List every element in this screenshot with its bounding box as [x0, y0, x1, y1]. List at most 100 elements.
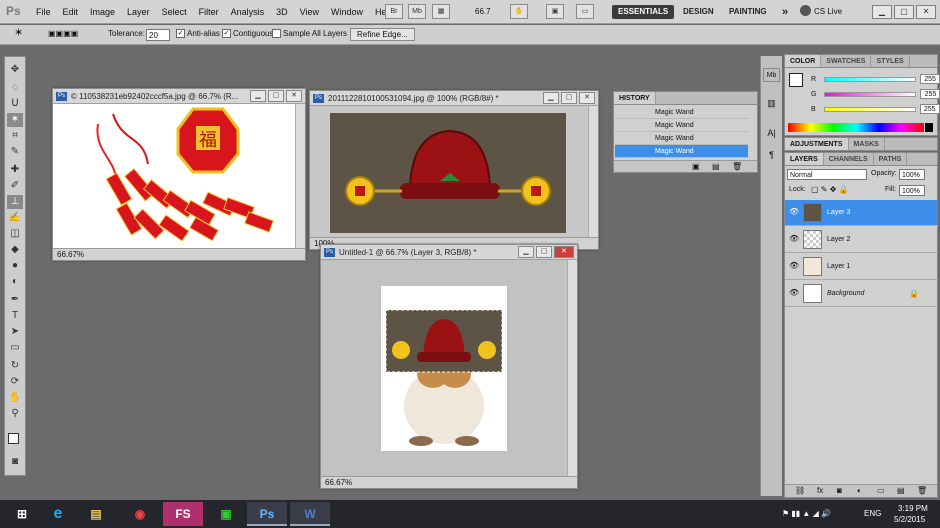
tab-color[interactable]: COLOR — [785, 55, 822, 67]
fill-input[interactable]: 100% — [899, 185, 925, 196]
doc3-scrollbar[interactable] — [567, 260, 577, 476]
word-taskbar-icon[interactable]: W — [290, 502, 330, 526]
layer-name[interactable]: Layer 2 — [827, 236, 850, 243]
tolerance-input[interactable]: 20 — [146, 29, 170, 41]
opacity-input[interactable]: 100% — [899, 169, 925, 180]
doc2-close-button[interactable]: ✕ — [579, 92, 595, 104]
tab-layers[interactable]: LAYERS — [785, 153, 824, 165]
history-item-active[interactable]: Magic Wand — [615, 145, 748, 158]
brush-tool-icon[interactable]: ✐ — [7, 179, 23, 193]
g-slider[interactable] — [824, 91, 917, 97]
menu-view[interactable]: View — [300, 7, 319, 17]
minibridge-panel-icon[interactable]: Mb — [763, 68, 780, 82]
menu-window[interactable]: Window — [331, 7, 363, 17]
eyedropper-tool-icon[interactable]: ✎ — [7, 145, 23, 159]
document-window-1[interactable]: Ps © 110538231eb92402cccf5a.jpg @ 66.7% … — [52, 88, 306, 261]
history-item[interactable]: Magic Wand — [615, 106, 748, 119]
extras-icon[interactable]: ▦ — [432, 4, 450, 19]
workspace-painting[interactable]: PAINTING — [723, 5, 773, 19]
screen-mode-icon[interactable]: ▭ — [576, 4, 594, 19]
adjustment-layer-icon[interactable]: ◐ — [857, 486, 862, 495]
color-spectrum[interactable] — [788, 123, 924, 132]
fs-app-icon[interactable]: FS — [163, 502, 203, 526]
doc1-scrollbar[interactable] — [295, 104, 305, 248]
document-window-2[interactable]: Ps 2011122810100531094.jpg @ 100% (RGB/8… — [309, 90, 599, 250]
crop-tool-icon[interactable]: ⌗ — [7, 129, 23, 143]
shape-tool-icon[interactable]: ▭ — [7, 341, 23, 355]
move-tool-icon[interactable]: ✥ — [7, 63, 23, 77]
doc3-minimize-button[interactable]: ▁ — [518, 246, 534, 258]
bucket-tool-icon[interactable]: ◆ — [7, 243, 23, 257]
eye-icon[interactable]: 👁 — [789, 289, 799, 297]
quick-mask-icon[interactable]: ◙ — [7, 455, 23, 469]
layer-name[interactable]: Layer 3 — [827, 209, 850, 216]
history-item[interactable]: Magic Wand — [615, 119, 748, 132]
g-input[interactable]: 255 — [920, 89, 940, 99]
layer-row-layer3[interactable]: 👁 Layer 3 — [785, 200, 938, 226]
more-workspaces-icon[interactable]: » — [776, 5, 794, 19]
character-panel-icon[interactable]: A| — [763, 126, 780, 140]
doc2-canvas[interactable] — [330, 113, 566, 233]
maximize-button[interactable]: ▢ — [894, 5, 914, 19]
selection-mode-icons[interactable]: ▣▣▣▣ — [48, 29, 78, 38]
sample-all-checkbox[interactable] — [272, 29, 281, 39]
link-layers-icon[interactable]: ⛓ — [795, 486, 805, 495]
doc1-zoom[interactable]: 66.67% — [57, 250, 84, 259]
doc3-close-button[interactable]: ✕ — [554, 246, 574, 258]
refine-edge-button[interactable]: Refine Edge... — [350, 28, 415, 41]
lock-icons[interactable]: ▢ ✎ ✥ 🔒 — [811, 185, 849, 194]
healing-tool-icon[interactable]: ✚ — [7, 163, 23, 177]
eye-icon[interactable]: 👁 — [789, 208, 799, 216]
doc1-minimize-button[interactable]: ▁ — [250, 90, 266, 102]
tab-swatches[interactable]: SWATCHES — [821, 55, 872, 67]
menu-filter[interactable]: Filter — [199, 7, 219, 17]
doc2-restore-button[interactable]: ▢ — [561, 92, 577, 104]
bridge-icon[interactable]: Br — [385, 4, 403, 19]
hand-tool-icon[interactable]: ✋ — [7, 391, 23, 405]
windows-start-icon[interactable]: ⊞ — [2, 502, 42, 526]
trash-icon[interactable]: 🗑 — [732, 162, 742, 171]
chrome-icon[interactable]: ◉ — [120, 502, 160, 526]
minibridge-icon[interactable]: Mb — [408, 4, 426, 19]
eye-icon[interactable]: 👁 — [789, 262, 799, 270]
file-explorer-icon[interactable]: ▤ — [76, 502, 116, 526]
doc2-scrollbar[interactable] — [588, 106, 598, 237]
workspace-design[interactable]: DESIGN — [677, 5, 720, 19]
marquee-tool-icon[interactable]: ◌ — [7, 81, 23, 95]
layer-row-background[interactable]: 👁 Background 🔒 — [785, 281, 938, 307]
tab-masks[interactable]: MASKS — [849, 138, 885, 150]
3d-rotate-icon[interactable]: ↻ — [7, 359, 23, 373]
spectrum-black[interactable] — [925, 123, 933, 132]
foreground-color-swatch[interactable] — [8, 433, 19, 444]
layer-row-layer1[interactable]: 👁 Layer 1 — [785, 254, 938, 280]
menu-analysis[interactable]: Analysis — [231, 7, 265, 17]
blur-tool-icon[interactable]: ● — [7, 259, 23, 273]
path-select-icon[interactable]: ➤ — [7, 325, 23, 339]
doc2-minimize-button[interactable]: ▁ — [543, 92, 559, 104]
mask-icon[interactable]: ◙ — [837, 486, 842, 495]
layer-name[interactable]: Background — [827, 290, 864, 297]
ie-icon[interactable]: e — [38, 502, 78, 526]
magic-wand-icon[interactable]: ✶ — [14, 26, 23, 39]
contiguous-checkbox[interactable]: ✓ — [222, 29, 231, 39]
eye-icon[interactable]: 👁 — [789, 235, 799, 243]
menu-select[interactable]: Select — [162, 7, 187, 17]
pen-tool-icon[interactable]: ✒ — [7, 293, 23, 307]
tab-history[interactable]: HISTORY — [614, 92, 656, 104]
menu-image[interactable]: Image — [90, 7, 115, 17]
delete-layer-icon[interactable]: 🗑 — [917, 486, 927, 495]
snapshot-icon[interactable]: ▣ — [692, 162, 700, 171]
lasso-tool-icon[interactable]: ᑌ — [7, 97, 23, 111]
type-tool-icon[interactable]: T — [7, 309, 23, 323]
doc3-restore-button[interactable]: ▢ — [536, 246, 552, 258]
tray-icons[interactable]: ⚑ ▮▮ ▲ ◢ 🔊 — [782, 509, 831, 518]
layer-row-layer2[interactable]: 👁 Layer 2 — [785, 227, 938, 253]
history-brush-icon[interactable]: ✍ — [7, 211, 23, 225]
tab-styles[interactable]: STYLES — [871, 55, 910, 67]
group-icon[interactable]: ▭ — [877, 486, 885, 495]
new-layer-icon[interactable]: ▤ — [897, 486, 905, 495]
history-panel-icon[interactable]: ▥ — [763, 96, 780, 110]
cslive-label[interactable]: CS Live — [814, 7, 842, 16]
eraser-tool-icon[interactable]: ◫ — [7, 227, 23, 241]
menu-layer[interactable]: Layer — [127, 7, 150, 17]
